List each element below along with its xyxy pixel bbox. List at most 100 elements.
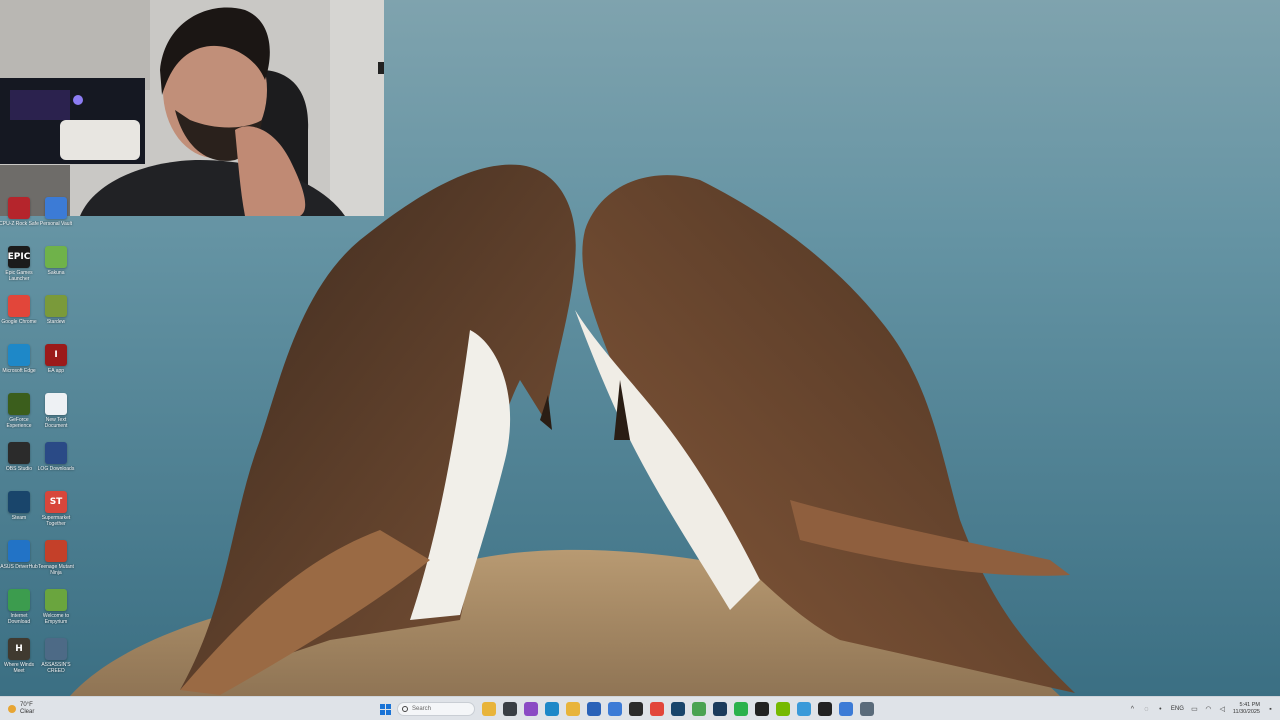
taskbar-app-steam[interactable] xyxy=(671,702,685,716)
taskbar-app-nvidia[interactable] xyxy=(776,702,790,716)
desktop-icon[interactable]: ASUS DriverHub xyxy=(0,540,38,588)
desktop-icon[interactable]: Sakuna xyxy=(39,246,73,294)
taskbar-search[interactable]: Search xyxy=(397,702,475,716)
desktop-icon-label: Where Winds Meet xyxy=(3,662,34,674)
taskbar-center: Search xyxy=(376,699,874,719)
app-icon xyxy=(45,442,67,464)
app-icon: H xyxy=(8,638,30,660)
clock-time: 5:41 PM xyxy=(1239,702,1260,708)
taskbar-app-store[interactable] xyxy=(587,702,601,716)
taskbar-app-edge[interactable] xyxy=(545,702,559,716)
desktop-icon-label: Internet Download xyxy=(7,613,31,625)
app-icon xyxy=(45,638,67,660)
clock-date: 11/30/2025 xyxy=(1232,709,1260,715)
desktop-icon[interactable]: Stardew xyxy=(39,295,73,343)
app-icon xyxy=(8,197,30,219)
app-icon xyxy=(45,589,67,611)
desktop-icon[interactable]: Steam xyxy=(2,491,36,539)
desktop-icon-label: OBS Studio xyxy=(5,466,33,472)
taskbar-app-app-green[interactable] xyxy=(692,702,706,716)
app-icon xyxy=(45,540,67,562)
notification-bell-icon[interactable]: ▪ xyxy=(1267,706,1274,713)
desktop-icon-label: ASUS DriverHub xyxy=(0,564,38,570)
taskbar-app-steam-2[interactable] xyxy=(713,702,727,716)
wifi-icon[interactable]: ◠ xyxy=(1205,706,1212,713)
desktop-icon[interactable]: I EA app xyxy=(39,344,73,392)
desktop-icon-label: Google Chrome xyxy=(1,319,37,325)
app-icon xyxy=(45,295,67,317)
system-tray: ^ ◌ • ENG ▭ ◠ ◁ 5:41 PM 11/30/2025 ▪ xyxy=(1129,699,1274,719)
language-indicator[interactable]: ENG xyxy=(1171,706,1184,712)
desktop-icon[interactable]: Teenage Mutant Ninja xyxy=(38,540,74,588)
network-icon[interactable]: ◌ xyxy=(1143,706,1150,713)
speaker-icon[interactable]: ◁ xyxy=(1219,706,1226,713)
desktop-icon-label: Epic Games Launcher xyxy=(5,270,33,282)
desktop-icon-label: ASSASSIN'S CREED xyxy=(41,662,71,674)
taskbar-app-terminal[interactable] xyxy=(755,702,769,716)
taskbar-app-obs[interactable] xyxy=(629,702,643,716)
app-icon xyxy=(8,589,30,611)
app-icon xyxy=(8,393,30,415)
desktop-icon-label: Steam xyxy=(11,515,27,521)
taskbar-app-file-explorer[interactable] xyxy=(482,702,496,716)
weather-desc: Clear xyxy=(20,709,35,715)
mic-icon[interactable]: • xyxy=(1157,706,1164,713)
desktop-icon[interactable]: CPU-Z Rock Safe xyxy=(0,197,39,245)
taskbar-app-app-dark[interactable] xyxy=(818,702,832,716)
webcam-feed xyxy=(0,0,384,216)
desktop-icon[interactable]: Internet Download xyxy=(2,589,36,637)
desktop-icon-label: Welcome to Empyrium xyxy=(42,613,70,625)
search-placeholder: Search xyxy=(412,706,432,712)
app-icon xyxy=(45,393,67,415)
desktop-icon[interactable]: LOG Downloads xyxy=(38,442,74,490)
desktop-icon[interactable]: ST Supermarket Together xyxy=(39,491,73,539)
search-icon xyxy=(402,706,408,712)
desktop-icon-label: Microsoft Edge xyxy=(2,368,36,374)
desktop-icon[interactable]: Welcome to Empyrium xyxy=(39,589,73,637)
taskbar-app-notepad[interactable] xyxy=(797,702,811,716)
taskbar-app-whatsapp[interactable] xyxy=(734,702,748,716)
taskbar-app-task-view[interactable] xyxy=(503,702,517,716)
taskbar-app-app-purple[interactable] xyxy=(524,702,538,716)
app-icon xyxy=(8,540,30,562)
desktop-icon[interactable]: OBS Studio xyxy=(2,442,36,490)
desktop-icon[interactable]: New Text Document xyxy=(39,393,73,441)
desktop-icon[interactable]: Google Chrome xyxy=(1,295,37,343)
app-icon xyxy=(45,246,67,268)
app-icon: EPIC xyxy=(8,246,30,268)
desktop-icon-grid: CPU-Z Rock Safe Personal Vault EPIC Epic Ga… xyxy=(0,197,78,688)
desktop-icon[interactable]: Microsoft Edge xyxy=(2,344,36,392)
clock[interactable]: 5:41 PM 11/30/2025 xyxy=(1233,702,1260,716)
desktop-icon[interactable]: ASSASSIN'S CREED xyxy=(39,638,73,686)
desktop-icon-label: New Text Document xyxy=(44,417,68,429)
webcam-overlay xyxy=(0,0,384,216)
desktop-icon-label: Sakuna xyxy=(47,270,65,276)
app-icon: ST xyxy=(45,491,67,513)
weather-sun-icon xyxy=(8,705,16,713)
desktop-icon-label: CPU-Z Rock Safe xyxy=(0,221,39,227)
desktop-icon-label: Supermarket Together xyxy=(41,515,71,527)
desktop-icon[interactable]: Personal Vault xyxy=(39,197,73,245)
app-icon xyxy=(8,344,30,366)
taskbar-pinned-apps xyxy=(482,702,874,716)
app-icon xyxy=(8,295,30,317)
app-icon xyxy=(8,442,30,464)
desktop-icon-label: Teenage Mutant Ninja xyxy=(38,564,74,576)
taskbar-app-app-blue[interactable] xyxy=(608,702,622,716)
taskbar: 70°F Clear Search ^ ◌ • ENG ▭ ◠ ◁ 5:41 P… xyxy=(0,696,1280,720)
desktop-icon[interactable]: GeForce Experience xyxy=(2,393,36,441)
desktop-icon-label: GeForce Experience xyxy=(6,417,32,429)
taskbar-app-app-monitor[interactable] xyxy=(839,702,853,716)
app-icon xyxy=(8,491,30,513)
start-button[interactable] xyxy=(376,700,394,718)
desktop-icon[interactable]: EPIC Epic Games Launcher xyxy=(2,246,36,294)
taskbar-app-chrome[interactable] xyxy=(650,702,664,716)
desktop-icon-label: EA app xyxy=(47,368,65,374)
weather-widget[interactable]: 70°F Clear xyxy=(8,699,34,719)
desktop-icon[interactable]: H Where Winds Meet xyxy=(2,638,36,686)
app-icon xyxy=(45,197,67,219)
taskbar-app-folder[interactable] xyxy=(566,702,580,716)
taskbar-app-app-network[interactable] xyxy=(860,702,874,716)
chevron-up-icon[interactable]: ^ xyxy=(1129,706,1136,713)
display-icon[interactable]: ▭ xyxy=(1191,706,1198,713)
